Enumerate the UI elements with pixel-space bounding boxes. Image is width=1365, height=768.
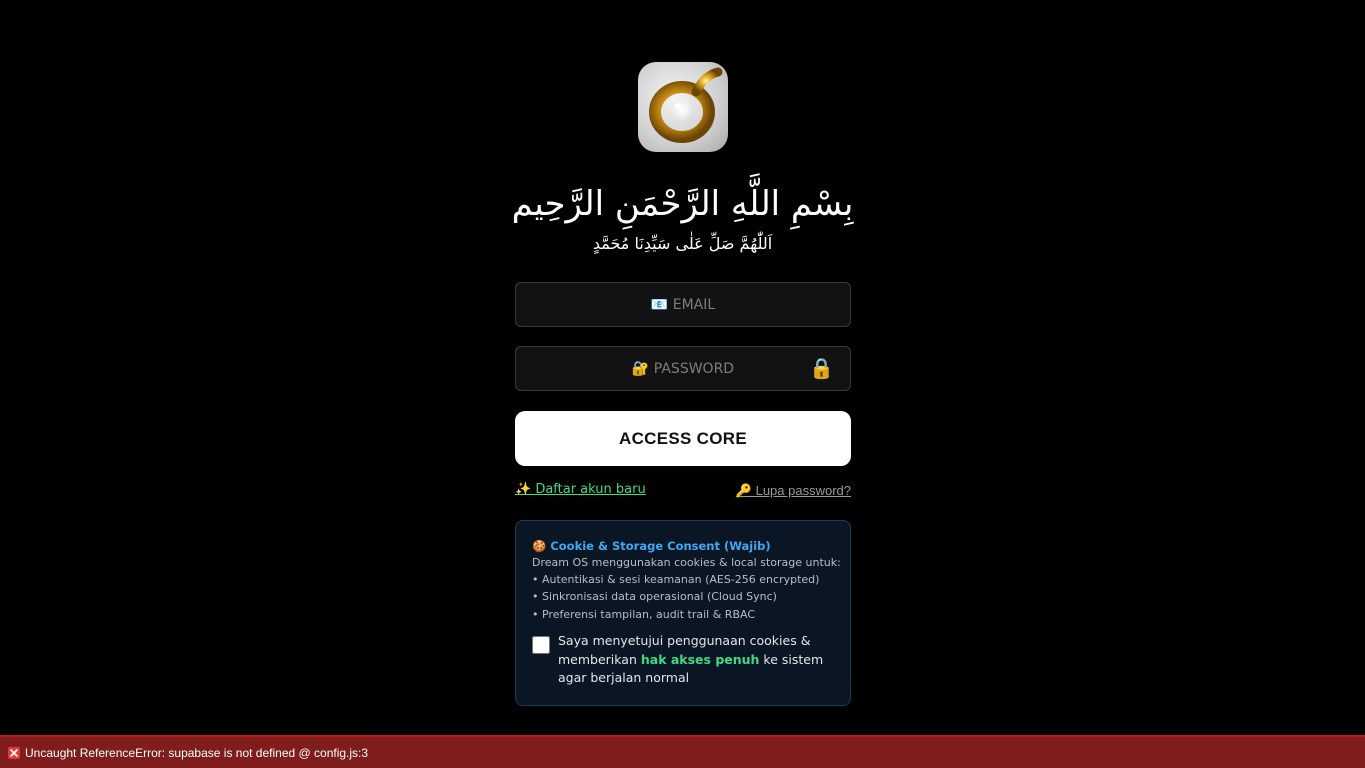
- consent-agree-highlight: hak akses penuh: [640, 651, 760, 667]
- golden-d-ring-logo-icon: [649, 67, 723, 143]
- forgot-password-link[interactable]: 🔑 Lupa password?: [736, 482, 851, 500]
- cookie-consent-panel: 🍪 Cookie & Storage Consent (Wajib) Dream…: [515, 520, 851, 706]
- email-input[interactable]: [516, 283, 850, 326]
- salawat-subheading: اَللّٰهُمَّ صَلِّ عَلٰى سَيِّدِنَا مُحَم…: [592, 234, 773, 253]
- register-link[interactable]: ✨ Daftar akun baru: [515, 481, 646, 499]
- error-bar: Uncaught ReferenceError: supabase is not…: [0, 735, 1365, 768]
- login-page: بِسْمِ اللَّهِ الرَّحْمَنِ الرَّحِيم اَل…: [0, 0, 1365, 768]
- lock-icon[interactable]: 🔒: [809, 356, 834, 380]
- password-input[interactable]: [516, 347, 850, 390]
- bismillah-heading: بِسْمِ اللَّهِ الرَّحْمَنِ الرَّحِيم: [511, 184, 854, 224]
- app-logo: [638, 62, 728, 152]
- close-icon: [8, 747, 20, 759]
- consent-agree-label[interactable]: Saya menyetujui penggunaan cookies & mem…: [558, 632, 838, 688]
- password-field-container: 🔒: [515, 346, 851, 391]
- consent-title: 🍪 Cookie & Storage Consent (Wajib): [532, 539, 771, 553]
- consent-line: Dream OS menggunakan cookies & local sto…: [532, 556, 841, 569]
- error-message: Uncaught ReferenceError: supabase is not…: [25, 746, 369, 760]
- access-core-button[interactable]: ACCESS CORE: [515, 411, 851, 466]
- consent-line: • Sinkronisasi data operasional (Cloud S…: [532, 590, 777, 603]
- email-field-container: [515, 282, 851, 327]
- consent-line: • Autentikasi & sesi keamanan (AES-256 e…: [532, 573, 820, 586]
- consent-line: • Preferensi tampilan, audit trail & RBA…: [532, 608, 756, 621]
- consent-checkbox[interactable]: [532, 636, 550, 654]
